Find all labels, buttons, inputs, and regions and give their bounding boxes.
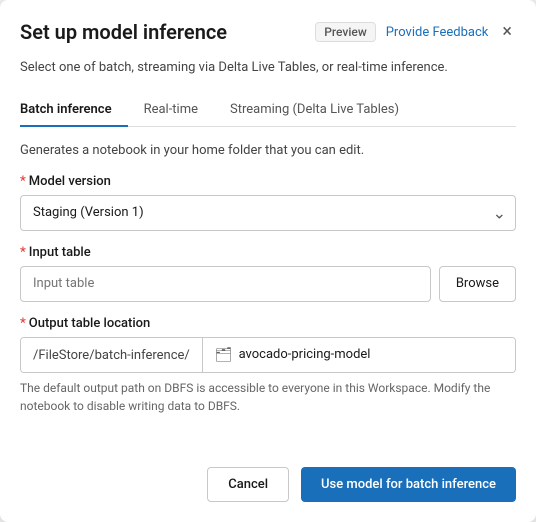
output-model-name: avocado-pricing-model	[239, 347, 371, 362]
model-version-field: * Model version Staging (Version 1) ⌄	[20, 174, 516, 231]
subtitle-text: Select one of batch, streaming via Delta…	[20, 58, 516, 78]
output-model-container: 🗂 avocado-pricing-model	[203, 338, 515, 372]
input-table-label: * Input table	[20, 245, 516, 260]
output-table-label-text: Output table location	[29, 316, 151, 331]
input-table-label-text: Input table	[29, 245, 91, 260]
tab-streaming[interactable]: Streaming (Delta Live Tables)	[214, 94, 415, 127]
input-table-field: * Input table Browse	[20, 245, 516, 302]
model-version-label-text: Model version	[29, 174, 111, 189]
output-table-field: * Output table location /FileStore/batch…	[20, 316, 516, 415]
input-table-required-star: *	[20, 245, 26, 260]
input-table-row: Browse	[20, 266, 516, 302]
modal-title: Set up model inference	[20, 20, 305, 44]
close-button[interactable]: ×	[498, 23, 516, 41]
output-table-label: * Output table location	[20, 316, 516, 331]
model-version-select-wrapper: Staging (Version 1) ⌄	[20, 195, 516, 231]
output-table-required-star: *	[20, 316, 26, 331]
use-model-button[interactable]: Use model for batch inference	[301, 467, 516, 502]
modal-footer: Cancel Use model for batch inference	[20, 447, 516, 502]
browse-button[interactable]: Browse	[439, 266, 516, 302]
feedback-link[interactable]: Provide Feedback	[386, 25, 489, 40]
model-version-select[interactable]: Staging (Version 1)	[20, 195, 516, 231]
modal-header: Set up model inference Preview Provide F…	[20, 20, 516, 44]
output-path-text: /FileStore/batch-inference/	[21, 338, 203, 372]
model-version-label: * Model version	[20, 174, 516, 189]
input-table-field[interactable]	[20, 266, 431, 302]
cancel-button[interactable]: Cancel	[207, 467, 289, 502]
output-table-row: /FileStore/batch-inference/ 🗂 avocado-pr…	[20, 337, 516, 373]
modal-container: Set up model inference Preview Provide F…	[0, 0, 536, 522]
output-note-text: The default output path on DBFS is acces…	[20, 379, 516, 415]
model-version-required-star: *	[20, 174, 26, 189]
section-description: Generates a notebook in your home folder…	[20, 143, 516, 158]
tab-realtime[interactable]: Real-time	[128, 94, 214, 127]
tab-batch-inference[interactable]: Batch inference	[20, 94, 128, 127]
tabs-container: Batch inference Real-time Streaming (Del…	[20, 94, 516, 127]
folder-icon: 🗂	[215, 347, 233, 363]
preview-badge: Preview	[315, 22, 376, 42]
